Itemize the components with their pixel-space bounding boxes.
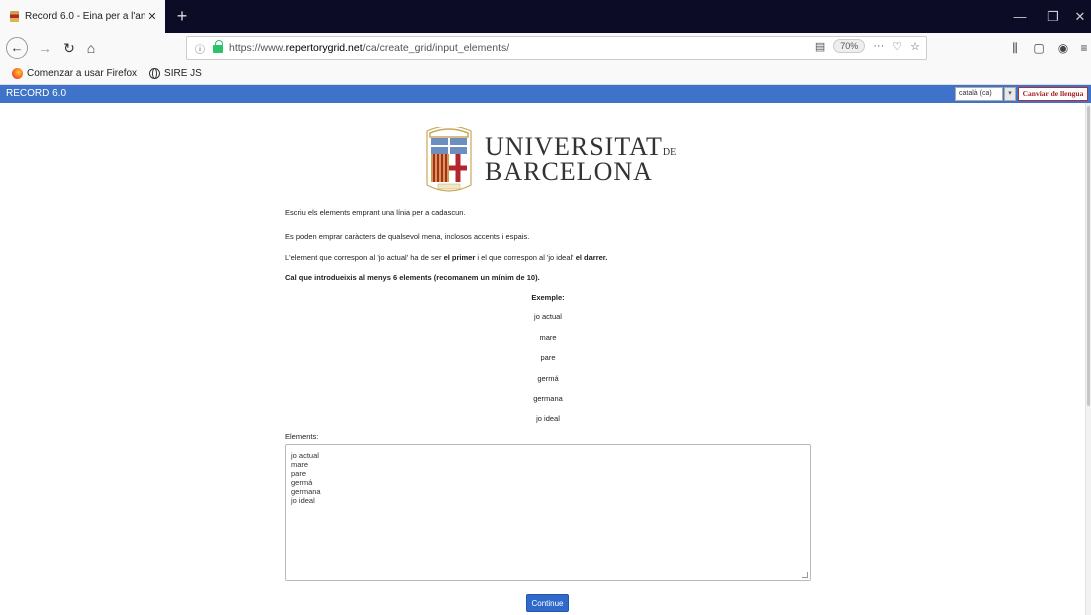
- tab-title: Record 6.0 - Eina per a l'anàlisi: [25, 11, 145, 22]
- logo-word-de: DE: [662, 147, 677, 158]
- instruction-3: L'element que correspon al 'jo actual' h…: [285, 253, 607, 262]
- close-tab-icon[interactable]: ✕: [145, 10, 159, 23]
- continue-button[interactable]: Continue: [526, 594, 569, 612]
- instruction-3-d: el darrer.: [575, 253, 608, 262]
- example-title: Exemple:: [531, 293, 565, 302]
- app-brand[interactable]: RECORD 6.0: [6, 88, 66, 99]
- chevron-down-icon[interactable]: ▾: [1004, 87, 1016, 101]
- textarea-line: mare: [291, 460, 309, 469]
- scrollbar-thumb[interactable]: [1087, 106, 1090, 406]
- minimize-icon[interactable]: —: [1004, 0, 1036, 33]
- bookmark-star-icon[interactable]: ☆: [910, 40, 920, 53]
- example-item: germana: [533, 394, 563, 403]
- textarea-line: pare: [291, 469, 307, 478]
- instruction-4: Cal que introdueixis al menys 6 elements…: [285, 273, 540, 282]
- zoom-level[interactable]: 70%: [833, 39, 866, 53]
- new-tab-button[interactable]: +: [171, 5, 193, 27]
- textarea-line: germá: [291, 478, 313, 487]
- language-select[interactable]: català (ca): [955, 87, 1003, 101]
- instruction-3-c: i el que correspon al 'jo ideal': [475, 253, 576, 262]
- instruction-1: Escriu els elements emprant una línia pe…: [285, 208, 466, 217]
- example-item: germá: [537, 374, 559, 383]
- instruction-3-a: L'element que correspon al 'jo actual' h…: [285, 253, 444, 262]
- example-item: pare: [540, 353, 556, 362]
- app-header: RECORD 6.0 català (ca) ▾ Canviar de llen…: [0, 85, 1091, 103]
- browser-nav-bar: ← → ↻ ⌂ ⓘ https://www. repertorygrid.net /…: [0, 33, 1091, 63]
- library-icon[interactable]: ⫼: [1004, 37, 1026, 59]
- ub-shield-icon: [426, 127, 472, 192]
- change-language-button[interactable]: Canviar de llengua: [1018, 87, 1088, 101]
- instruction-2: Es poden emprar caràcters de qualsevol m…: [285, 232, 530, 241]
- page-actions-icon[interactable]: ···: [873, 40, 884, 52]
- university-logo: UNIVERSITATDE BARCELONA: [424, 127, 677, 195]
- example-item: jo ideal: [536, 414, 560, 423]
- elements-textarea[interactable]: jo actual mare pare germá germana jo ide…: [285, 444, 811, 581]
- bookmarks-bar: Comenzar a usar Firefox SIRE JS: [0, 63, 1091, 85]
- lock-icon[interactable]: [213, 40, 223, 53]
- url-prefix: https://www.: [229, 42, 286, 54]
- url-path: /ca/create_grid/input_elements/: [362, 42, 510, 54]
- firefox-icon: [12, 68, 23, 79]
- bookmark-firefox[interactable]: Comenzar a usar Firefox: [12, 68, 137, 79]
- menu-icon[interactable]: ≡: [1073, 37, 1091, 59]
- info-icon[interactable]: ⓘ: [195, 41, 209, 56]
- forward-icon[interactable]: →: [34, 37, 56, 59]
- textarea-line: germana: [291, 487, 321, 496]
- example-item: mare: [539, 333, 557, 342]
- globe-icon: [149, 68, 161, 79]
- resize-handle-icon[interactable]: [802, 572, 808, 578]
- textarea-line: jo actual: [291, 451, 319, 460]
- reload-icon[interactable]: ↻: [58, 37, 80, 59]
- bookmark-label: SIRE JS: [164, 68, 202, 79]
- textarea-line: jo ideal: [291, 496, 315, 505]
- sidebar-icon[interactable]: ▢: [1028, 37, 1050, 59]
- account-icon[interactable]: ◉: [1052, 37, 1074, 59]
- instruction-3-b: el primer: [443, 253, 476, 262]
- url-bar[interactable]: ⓘ https://www. repertorygrid.net/ca/creat…: [186, 36, 927, 60]
- example-item: jo actual: [534, 312, 562, 321]
- pocket-icon[interactable]: ♡: [892, 40, 902, 53]
- bookmark-label: Comenzar a usar Firefox: [27, 68, 138, 79]
- reader-view-icon[interactable]: ▤: [815, 40, 825, 53]
- close-window-icon[interactable]: ✕: [1064, 0, 1091, 33]
- logo-line2: BARCELONA: [485, 157, 653, 186]
- elements-label: Elements:: [285, 432, 319, 441]
- browser-tab[interactable]: Record 6.0 - Eina per a l'anàlisi ✕: [0, 0, 165, 33]
- bookmark-sire[interactable]: SIRE JS: [149, 68, 202, 79]
- ub-favicon-icon: [10, 11, 19, 22]
- home-icon[interactable]: ⌂: [80, 37, 102, 59]
- back-icon[interactable]: ←: [6, 37, 28, 59]
- browser-tab-bar: Record 6.0 - Eina per a l'anàlisi ✕ + — …: [0, 0, 1091, 33]
- url-domain: repertorygrid.net: [285, 42, 363, 54]
